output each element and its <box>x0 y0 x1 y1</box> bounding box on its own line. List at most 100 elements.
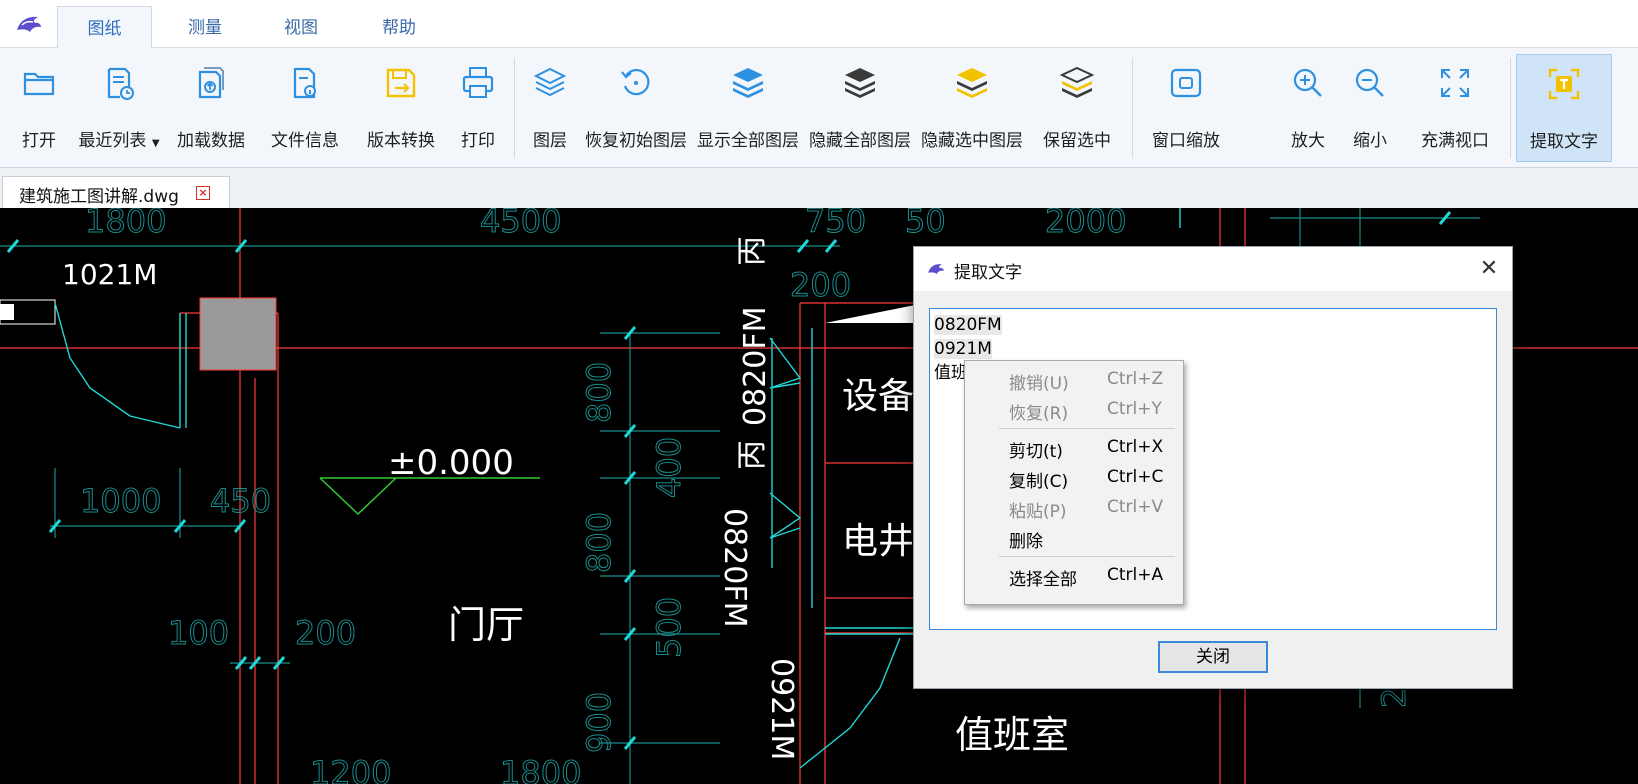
menu-item-label: 复制(C) <box>1009 472 1069 492</box>
menu-item-undo[interactable]: 撤销(U) Ctrl+Z <box>967 365 1181 395</box>
text-line-value: 0921M <box>934 339 992 359</box>
dim-text: 500 <box>650 597 688 658</box>
text-line-value: 0820FM <box>934 315 1002 335</box>
extract-text-label: 提取文字 <box>1530 132 1598 152</box>
room-name: 门厅 <box>448 603 524 647</box>
hide-selected-layers-button[interactable]: 隐藏选中图层 <box>918 54 1026 162</box>
door-tag: 0820FM <box>738 307 773 427</box>
app-logo-icon[interactable] <box>14 12 44 38</box>
window-zoom-label: 窗口缩放 <box>1152 131 1220 151</box>
menu-item-cut[interactable]: 剪切(t) Ctrl+X <box>967 433 1181 463</box>
tab-measure[interactable]: 测量 <box>160 6 250 49</box>
room-name: 设备 <box>842 376 914 417</box>
load-data-label: 加载数据 <box>177 131 245 151</box>
print-button[interactable]: 打印 <box>452 54 504 162</box>
door-tag: 1021M <box>62 258 157 291</box>
extract-text-button[interactable]: 提取文字 <box>1516 54 1612 162</box>
menu-item-label: 撤销(U) <box>1009 374 1069 394</box>
dim-text: 2 <box>1375 688 1413 708</box>
window-zoom-icon <box>1170 68 1202 98</box>
fit-view-label: 充满视口 <box>1421 131 1489 151</box>
dim-text: 1200 <box>310 754 391 784</box>
menu-item-paste[interactable]: 粘贴(P) Ctrl+V <box>967 493 1181 523</box>
close-tab-icon[interactable]: × <box>196 186 210 200</box>
keep-selected-icon <box>1059 66 1095 98</box>
dim-text: 1800 <box>500 754 581 784</box>
tab-view[interactable]: 视图 <box>256 6 346 49</box>
document-tab[interactable]: 建筑施工图讲解.dwg × <box>2 176 230 208</box>
ribbon-tab-bar: 图纸 测量 视图 帮助 <box>0 0 1638 49</box>
dropdown-caret-icon: ▼ <box>151 138 160 149</box>
menu-item-delete[interactable]: 删除 <box>967 523 1181 553</box>
open-button[interactable]: 打开 <box>8 54 70 162</box>
layers-label: 图层 <box>533 131 567 151</box>
hide-all-layers-button[interactable]: 隐藏全部图层 <box>806 54 914 162</box>
dialog-title-bar[interactable]: 提取文字 ✕ <box>914 247 1512 291</box>
keep-selected-button[interactable]: 保留选中 <box>1032 54 1122 162</box>
menu-item-label: 选择全部 <box>1009 570 1077 590</box>
recent-list-label: 最近列表 ▼ <box>74 126 164 151</box>
menu-item-redo[interactable]: 恢复(R) Ctrl+Y <box>967 395 1181 425</box>
hide-selected-layers-label: 隐藏选中图层 <box>921 131 1023 151</box>
hide-all-layers-label: 隐藏全部图层 <box>809 131 911 151</box>
save-convert-icon <box>386 68 416 98</box>
fit-view-button[interactable]: 充满视口 <box>1410 54 1500 162</box>
context-menu: 撤销(U) Ctrl+Z 恢复(R) Ctrl+Y 剪切(t) Ctrl+X 复… <box>964 360 1184 605</box>
close-button[interactable]: 关闭 <box>1158 641 1268 673</box>
zoom-in-icon <box>1293 68 1322 97</box>
dim-text: 4500 <box>480 208 561 240</box>
window-zoom-button[interactable]: 窗口缩放 <box>1140 54 1232 162</box>
extract-text-icon <box>1548 68 1580 100</box>
zoom-in-button[interactable]: 放大 <box>1282 54 1334 162</box>
menu-separator <box>999 556 1175 557</box>
menu-item-copy[interactable]: 复制(C) Ctrl+C <box>967 463 1181 493</box>
menu-item-label: 删除 <box>1009 532 1043 552</box>
column-block <box>199 297 277 371</box>
menu-item-shortcut: Ctrl+V <box>1107 497 1164 517</box>
layers-icon <box>533 67 567 97</box>
layers-button[interactable]: 图层 <box>524 54 576 162</box>
menu-item-shortcut: Ctrl+A <box>1107 565 1164 585</box>
version-convert-label: 版本转换 <box>367 131 435 151</box>
load-data-icon <box>198 67 224 99</box>
document-tab-title: 建筑施工图讲解.dwg <box>19 187 179 207</box>
dim-text: 100 <box>168 614 229 652</box>
dim-text: 50 <box>905 208 946 240</box>
tab-drawing[interactable]: 图纸 <box>57 6 152 49</box>
load-data-button[interactable]: 加载数据 <box>170 54 252 162</box>
app-window: 图纸 测量 视图 帮助 打开 最近列表 ▼ 加载数据 文件信息 版本转换 打印 … <box>0 0 1638 784</box>
level-text: ±0.000 <box>388 443 514 483</box>
dim-text: 800 <box>580 362 618 423</box>
version-convert-button[interactable]: 版本转换 <box>358 54 444 162</box>
close-icon[interactable]: ✕ <box>1474 255 1504 283</box>
tab-help[interactable]: 帮助 <box>354 6 444 49</box>
menu-separator <box>999 428 1175 429</box>
ribbon-separator <box>514 58 515 158</box>
zoom-out-label: 缩小 <box>1353 131 1387 151</box>
dim-text: 1000 <box>80 482 161 520</box>
text-line-value: 值班 <box>934 363 968 383</box>
room-name: 值班室 <box>955 713 1069 757</box>
app-logo-icon <box>928 264 944 275</box>
show-all-layers-button[interactable]: 显示全部图层 <box>694 54 802 162</box>
menu-item-shortcut: Ctrl+Z <box>1107 369 1164 389</box>
ribbon-separator <box>1510 58 1511 158</box>
zoom-in-label: 放大 <box>1291 131 1325 151</box>
menu-item-label: 恢复(R) <box>1009 404 1069 424</box>
menu-item-label: 粘贴(P) <box>1009 502 1067 522</box>
dim-text: 450 <box>210 482 271 520</box>
menu-item-select-all[interactable]: 选择全部 Ctrl+A <box>967 561 1181 591</box>
dim-text: 400 <box>650 437 688 498</box>
recent-list-button[interactable]: 最近列表 ▼ <box>74 54 164 162</box>
text-line: 0820FM <box>934 313 1492 337</box>
dim-text: 800 <box>580 512 618 573</box>
hide-selected-layers-icon <box>957 68 987 98</box>
keep-selected-label: 保留选中 <box>1043 131 1111 151</box>
open-label: 打开 <box>22 131 56 151</box>
recent-file-icon <box>107 67 134 100</box>
file-info-button[interactable]: 文件信息 <box>262 54 348 162</box>
zoom-out-button[interactable]: 缩小 <box>1344 54 1396 162</box>
restore-layers-button[interactable]: 恢复初始图层 <box>582 54 690 162</box>
dim-text: 200 <box>295 614 356 652</box>
restore-icon <box>621 69 650 96</box>
